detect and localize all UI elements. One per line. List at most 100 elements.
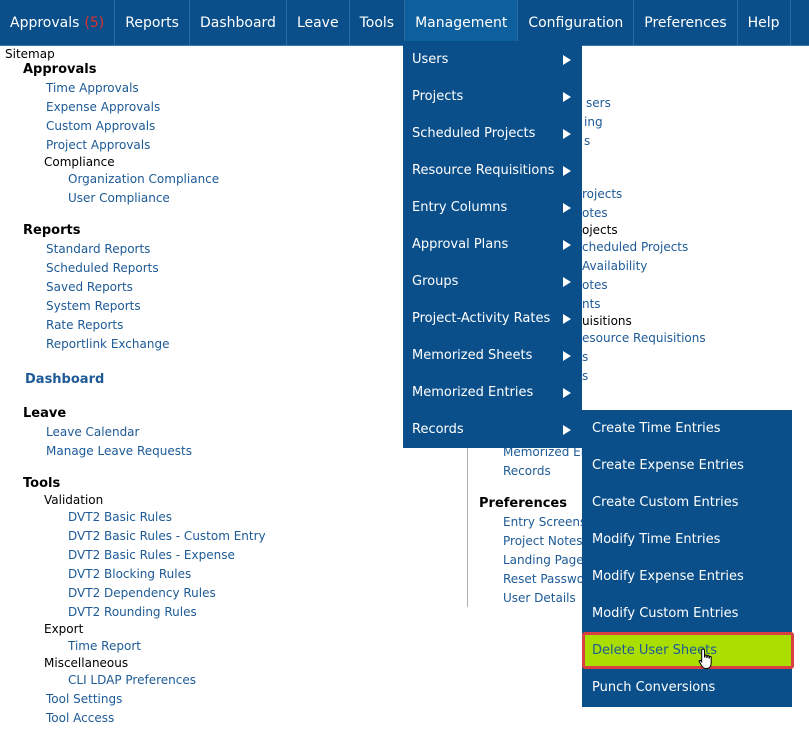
- menu-item-projects[interactable]: Projects: [403, 78, 582, 115]
- link-records[interactable]: Records: [503, 464, 551, 478]
- link-notes-partial-2[interactable]: otes: [582, 278, 608, 292]
- link-projects-partial[interactable]: rojects: [582, 187, 622, 201]
- link-project-notes[interactable]: Project Notes: [503, 534, 583, 548]
- submenu-arrow-icon: [563, 313, 571, 324]
- link-dvt2-basic-rules[interactable]: DVT2 Basic Rules: [68, 510, 172, 524]
- nav-tools[interactable]: Tools: [350, 0, 406, 45]
- link-time-report[interactable]: Time Report: [68, 639, 141, 653]
- menu-item-label: Resource Requisitions: [412, 163, 555, 178]
- preferences-heading: Preferences: [479, 496, 567, 511]
- submenu-create-expense-entries[interactable]: Create Expense Entries: [582, 447, 792, 484]
- link-dvt2-basic-rules-expense[interactable]: DVT2 Basic Rules - Expense: [68, 548, 235, 562]
- link-tool-settings[interactable]: Tool Settings: [46, 692, 122, 706]
- menu-item-label: Memorized Sheets: [412, 348, 533, 363]
- miscellaneous-subheading: Miscellaneous: [44, 656, 129, 670]
- menu-item-approval-plans[interactable]: Approval Plans: [403, 226, 582, 263]
- link-manage-leave-requests[interactable]: Manage Leave Requests: [46, 444, 192, 458]
- nav-approvals[interactable]: Approvals (5): [0, 0, 116, 45]
- submenu-create-time-entries[interactable]: Create Time Entries: [582, 410, 792, 447]
- menu-item-project-activity-rates[interactable]: Project-Activity Rates: [403, 300, 582, 337]
- link-scheduled-projects-partial[interactable]: cheduled Projects: [582, 240, 688, 254]
- menu-item-label: Scheduled Projects: [412, 126, 536, 141]
- link-partial-10[interactable]: nts: [582, 297, 601, 311]
- link-dvt2-blocking-rules[interactable]: DVT2 Blocking Rules: [68, 567, 191, 581]
- submenu-arrow-icon: [563, 276, 571, 287]
- sitemap-title: Sitemap: [5, 47, 55, 61]
- submenu-create-custom-entries[interactable]: Create Custom Entries: [582, 484, 792, 521]
- nav-leave[interactable]: Leave: [287, 0, 350, 45]
- menu-item-groups[interactable]: Groups: [403, 263, 582, 300]
- link-custom-approvals[interactable]: Custom Approvals: [46, 119, 155, 133]
- link-dvt2-rounding-rules[interactable]: DVT2 Rounding Rules: [68, 605, 197, 619]
- link-reset-password-partial[interactable]: Reset Passwo: [503, 572, 584, 586]
- link-availability-partial[interactable]: Availability: [582, 259, 647, 273]
- compliance-subheading: Compliance: [44, 155, 115, 169]
- validation-subheading: Validation: [44, 493, 104, 507]
- link-partial-2[interactable]: ing: [584, 115, 603, 129]
- link-system-reports[interactable]: System Reports: [46, 299, 141, 313]
- menu-item-resource-requisitions[interactable]: Resource Requisitions: [403, 152, 582, 189]
- nav-dashboard[interactable]: Dashboard: [190, 0, 287, 45]
- dashboard-heading-link[interactable]: Dashboard: [25, 372, 104, 387]
- nav-management[interactable]: Management: [405, 0, 519, 45]
- link-users-partial[interactable]: sers: [586, 96, 611, 110]
- export-subheading: Export: [44, 622, 84, 636]
- link-project-approvals[interactable]: Project Approvals: [46, 138, 150, 152]
- link-cli-ldap-preferences[interactable]: CLI LDAP Preferences: [68, 673, 196, 687]
- approvals-heading: Approvals: [23, 62, 97, 77]
- menu-item-memorized-entries[interactable]: Memorized Entries: [403, 374, 582, 411]
- tools-heading: Tools: [23, 476, 61, 491]
- leave-heading: Leave: [23, 406, 67, 421]
- link-expense-approvals[interactable]: Expense Approvals: [46, 100, 160, 114]
- submenu-arrow-icon: [563, 91, 571, 102]
- link-leave-calendar[interactable]: Leave Calendar: [46, 425, 139, 439]
- menu-item-memorized-sheets[interactable]: Memorized Sheets: [403, 337, 582, 374]
- link-entry-screens[interactable]: Entry Screens: [503, 515, 586, 529]
- hand-cursor-icon: [698, 648, 712, 669]
- link-dvt2-basic-rules-custom-entry[interactable]: DVT2 Basic Rules - Custom Entry: [68, 529, 266, 543]
- link-landing-page[interactable]: Landing Page: [503, 553, 584, 567]
- top-nav-bar: Approvals (5) Reports Dashboard Leave To…: [0, 0, 809, 45]
- menu-item-users[interactable]: Users: [403, 41, 582, 78]
- link-tool-access[interactable]: Tool Access: [46, 711, 114, 725]
- link-rate-reports[interactable]: Rate Reports: [46, 318, 123, 332]
- nav-help[interactable]: Help: [738, 0, 791, 45]
- requisitions-subheading-partial: uisitions: [582, 314, 632, 328]
- link-partial-14[interactable]: s: [582, 369, 588, 383]
- submenu-delete-user-sheets[interactable]: Delete User Sheets: [582, 632, 794, 669]
- submenu-modify-custom-entries[interactable]: Modify Custom Entries: [582, 595, 792, 632]
- link-user-details[interactable]: User Details: [503, 591, 576, 605]
- link-partial-13[interactable]: s: [582, 350, 588, 364]
- menu-item-label: Approval Plans: [412, 237, 509, 252]
- link-notes-partial[interactable]: otes: [582, 206, 608, 220]
- menu-item-entry-columns[interactable]: Entry Columns: [403, 189, 582, 226]
- link-dvt2-dependency-rules[interactable]: DVT2 Dependency Rules: [68, 586, 216, 600]
- projects-subheading-partial: ojects: [582, 223, 618, 237]
- link-saved-reports[interactable]: Saved Reports: [46, 280, 133, 294]
- menu-item-records[interactable]: Records: [403, 411, 582, 448]
- nav-configuration[interactable]: Configuration: [518, 0, 635, 45]
- link-standard-reports[interactable]: Standard Reports: [46, 242, 150, 256]
- link-user-compliance[interactable]: User Compliance: [68, 191, 170, 205]
- submenu-arrow-icon: [563, 424, 571, 435]
- link-resource-requisitions-partial[interactable]: esource Requisitions: [582, 331, 706, 345]
- submenu-arrow-icon: [563, 165, 571, 176]
- link-scheduled-reports[interactable]: Scheduled Reports: [46, 261, 159, 275]
- menu-item-label: Project-Activity Rates: [412, 311, 551, 326]
- submenu-arrow-icon: [563, 387, 571, 398]
- menu-item-label: Groups: [412, 274, 459, 289]
- submenu-arrow-icon: [563, 239, 571, 250]
- nav-preferences[interactable]: Preferences: [634, 0, 738, 45]
- menu-item-label: Users: [412, 52, 449, 67]
- submenu-modify-expense-entries[interactable]: Modify Expense Entries: [582, 558, 792, 595]
- link-partial-3[interactable]: s: [584, 134, 590, 148]
- menu-item-label: Projects: [412, 89, 464, 104]
- submenu-punch-conversions[interactable]: Punch Conversions: [582, 669, 792, 706]
- submenu-arrow-icon: [563, 202, 571, 213]
- link-time-approvals[interactable]: Time Approvals: [46, 81, 139, 95]
- menu-item-scheduled-projects[interactable]: Scheduled Projects: [403, 115, 582, 152]
- submenu-modify-time-entries[interactable]: Modify Time Entries: [582, 521, 792, 558]
- link-organization-compliance[interactable]: Organization Compliance: [68, 172, 219, 186]
- nav-reports[interactable]: Reports: [115, 0, 190, 45]
- link-reportlink-exchange[interactable]: Reportlink Exchange: [46, 337, 169, 351]
